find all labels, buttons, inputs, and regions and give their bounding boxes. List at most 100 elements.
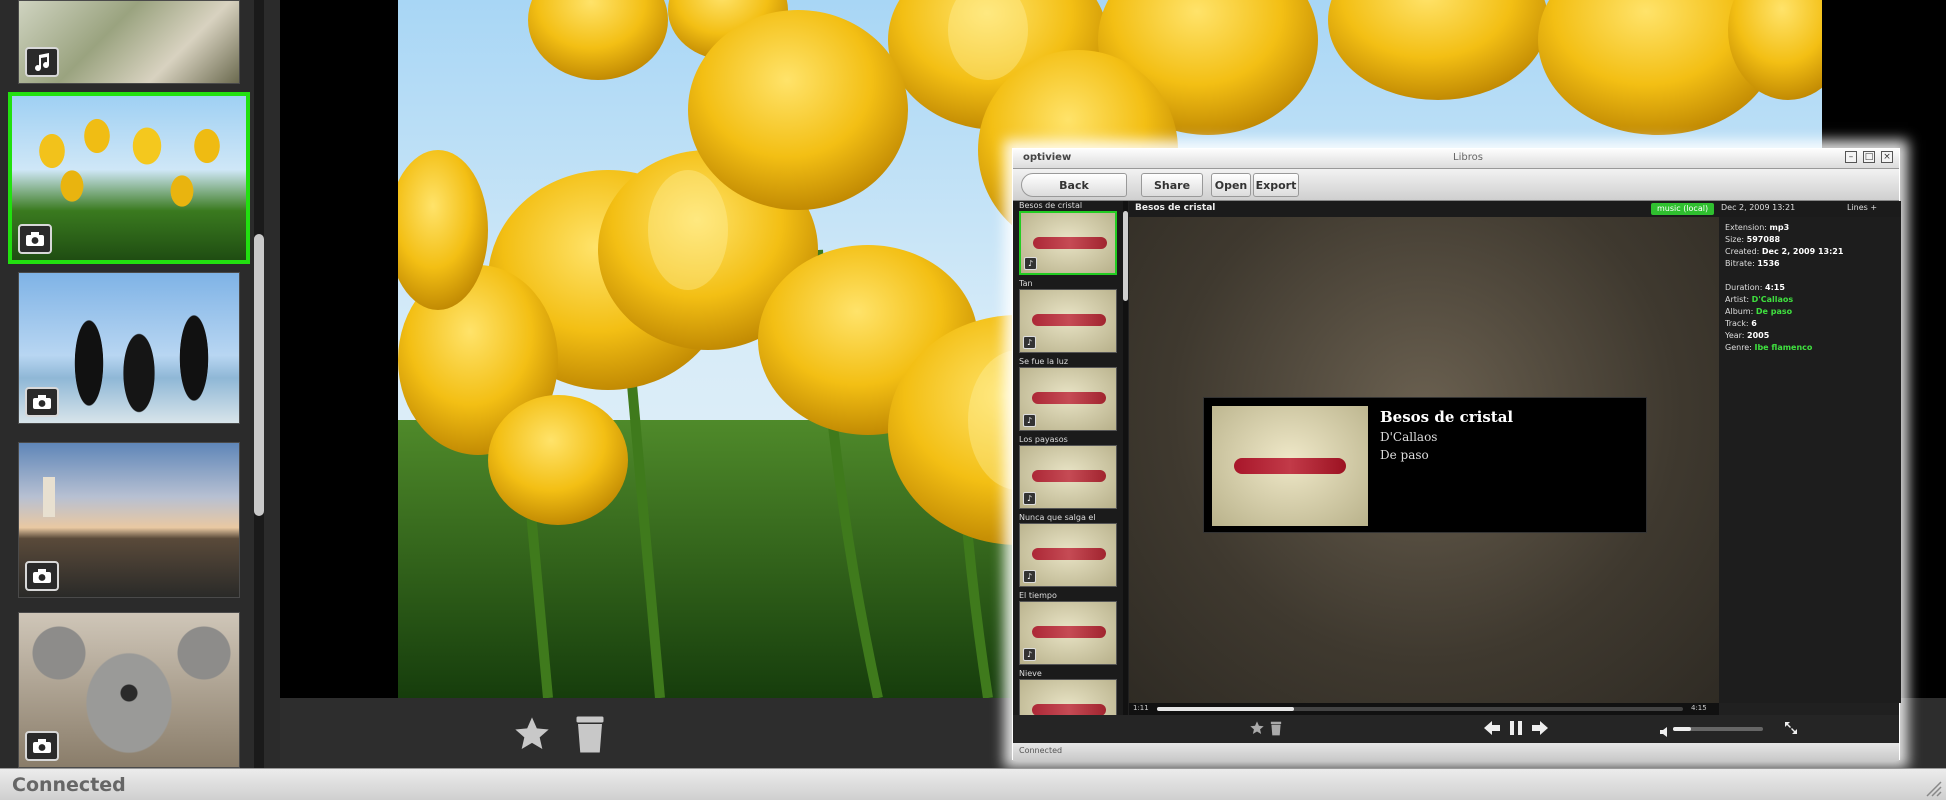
thumbnail-penguins[interactable] — [18, 272, 240, 424]
share-button[interactable]: Share — [1141, 173, 1203, 197]
list-item-title: Nunca que salga el — [1019, 513, 1096, 522]
total-time: 4:15 — [1691, 704, 1707, 712]
camera-icon — [25, 731, 59, 761]
fullscreen-button[interactable] — [1783, 720, 1799, 740]
list-item[interactable]: Se fue la luz ♪ — [1017, 357, 1119, 435]
player-stage: Besos de cristal D'Callaos De paso — [1129, 217, 1719, 703]
window-status-text: Connected — [1019, 746, 1063, 755]
progress-bar[interactable] — [1157, 707, 1683, 711]
thumbnail-tulips[interactable] — [8, 92, 250, 264]
resize-grip-icon[interactable] — [1922, 777, 1942, 797]
item-title: Besos de cristal — [1135, 203, 1216, 213]
info-size: Size: 597088 — [1725, 235, 1781, 244]
volume-fill — [1673, 727, 1691, 731]
album-art: ♪ — [1019, 601, 1117, 665]
list-item-title: Besos de cristal — [1019, 201, 1083, 210]
star-icon — [1250, 721, 1264, 734]
track-list-scroll-thumb[interactable] — [1123, 211, 1128, 301]
window-toolbar: Back Share Open Export — [1013, 169, 1899, 201]
thumbnail-music[interactable] — [18, 0, 240, 84]
star-icon — [515, 717, 549, 749]
list-item[interactable]: Nunca que salga el ♪ — [1017, 513, 1119, 591]
maximize-button[interactable]: □ — [1863, 151, 1875, 163]
favorite-button[interactable] — [1249, 720, 1265, 740]
trash-icon — [576, 716, 604, 753]
now-playing-artist: D'Callaos — [1380, 430, 1438, 444]
now-playing-card: Besos de cristal D'Callaos De paso — [1203, 397, 1647, 533]
fullscreen-icon — [1785, 722, 1797, 734]
volume-icon — [1659, 723, 1669, 742]
app-window: optiview Libros – □ × Back Share Open Ex… — [0, 0, 1946, 800]
music-note-icon: ♪ — [1023, 414, 1036, 427]
export-button[interactable]: Export — [1253, 173, 1299, 197]
arrow-left-icon — [1484, 721, 1500, 735]
list-item-title: Nieve — [1019, 669, 1042, 678]
metadata-panel: Extension: mp3 Size: 597088 Created: Dec… — [1719, 217, 1901, 703]
info-genre: Genre: Ibe flamenco — [1725, 343, 1813, 352]
list-item[interactable]: Tan ♪ — [1017, 279, 1119, 357]
thumbnail-koala[interactable] — [18, 612, 240, 768]
info-created: Created: Dec 2, 2009 13:21 — [1725, 247, 1844, 256]
arrow-right-icon — [1532, 721, 1548, 735]
delete-button[interactable] — [1269, 720, 1283, 740]
music-note-icon: ♪ — [1024, 257, 1037, 270]
media-browser-window: optiview Libros – □ × Back Share Open Ex… — [1012, 148, 1901, 761]
window-titlebar[interactable]: optiview Libros – □ × — [1013, 149, 1899, 169]
elapsed-time: 1:11 — [1133, 704, 1149, 712]
music-note-icon: ♪ — [1023, 648, 1036, 661]
info-duration: Duration: 4:15 — [1725, 283, 1785, 292]
album-art: ♪ — [1019, 289, 1117, 353]
sidebar-scroll-thumb[interactable] — [254, 234, 264, 516]
trash-icon — [1270, 721, 1282, 736]
status-bar: Connected — [0, 768, 1946, 800]
previous-button[interactable] — [1483, 720, 1501, 740]
info-bitrate: Bitrate: 1536 — [1725, 259, 1780, 268]
music-note-icon: ♪ — [1023, 336, 1036, 349]
thumbnail-lighthouse[interactable] — [18, 442, 240, 598]
item-header: Besos de cristal music (local) Dec 2, 20… — [1129, 201, 1901, 217]
minimize-button[interactable]: – — [1845, 151, 1857, 163]
sidebar-scrollbar[interactable] — [254, 0, 264, 768]
view-mode-link[interactable]: Lines + — [1847, 203, 1877, 212]
now-playing-album: De paso — [1380, 448, 1429, 462]
track-list: Besos de cristal ♪ Tan ♪ Se fue la luz ♪… — [1013, 201, 1125, 741]
list-item[interactable]: Los payasos ♪ — [1017, 435, 1119, 513]
album-art: ♪ — [1019, 523, 1117, 587]
camera-icon — [25, 561, 59, 591]
music-note-icon: ♪ — [1023, 570, 1036, 583]
back-button[interactable]: Back — [1021, 173, 1127, 197]
now-playing-album-art — [1212, 406, 1368, 526]
status-badge: music (local) — [1651, 203, 1715, 215]
now-playing-title: Besos de cristal — [1380, 408, 1514, 426]
camera-icon — [18, 224, 52, 254]
album-art: ♪ — [1019, 211, 1117, 275]
volume-slider[interactable] — [1673, 727, 1763, 731]
pause-icon — [1510, 721, 1522, 735]
connection-status: Connected — [12, 774, 126, 796]
list-item-title: El tiempo — [1019, 591, 1057, 600]
info-track: Track: 6 — [1725, 319, 1757, 328]
window-title: Libros — [1453, 152, 1483, 163]
list-item-title: Se fue la luz — [1019, 357, 1069, 366]
favorite-button[interactable] — [512, 714, 552, 758]
progress-fill — [1157, 707, 1294, 711]
track-list-scrollbar[interactable] — [1123, 201, 1128, 741]
delete-button[interactable] — [572, 712, 608, 758]
thumbnail-sidebar — [0, 0, 280, 768]
app-name: optiview — [1023, 152, 1072, 163]
item-date: Dec 2, 2009 13:21 — [1721, 203, 1796, 212]
info-album: Album: De paso — [1725, 307, 1793, 316]
close-button[interactable]: × — [1881, 151, 1893, 163]
list-item[interactable]: Besos de cristal ♪ — [1017, 201, 1119, 279]
player-controls — [1013, 715, 1899, 743]
open-button[interactable]: Open — [1211, 173, 1251, 197]
window-status-bar: Connected — [1013, 743, 1899, 761]
list-item[interactable]: El tiempo ♪ — [1017, 591, 1119, 669]
progress-row: 1:11 4:15 — [1129, 703, 1719, 715]
pause-button[interactable] — [1509, 720, 1523, 740]
next-button[interactable] — [1531, 720, 1549, 740]
info-year: Year: 2005 — [1725, 331, 1770, 340]
list-item-title: Los payasos — [1019, 435, 1068, 444]
info-artist: Artist: D'Callaos — [1725, 295, 1794, 304]
camera-icon — [25, 387, 59, 417]
